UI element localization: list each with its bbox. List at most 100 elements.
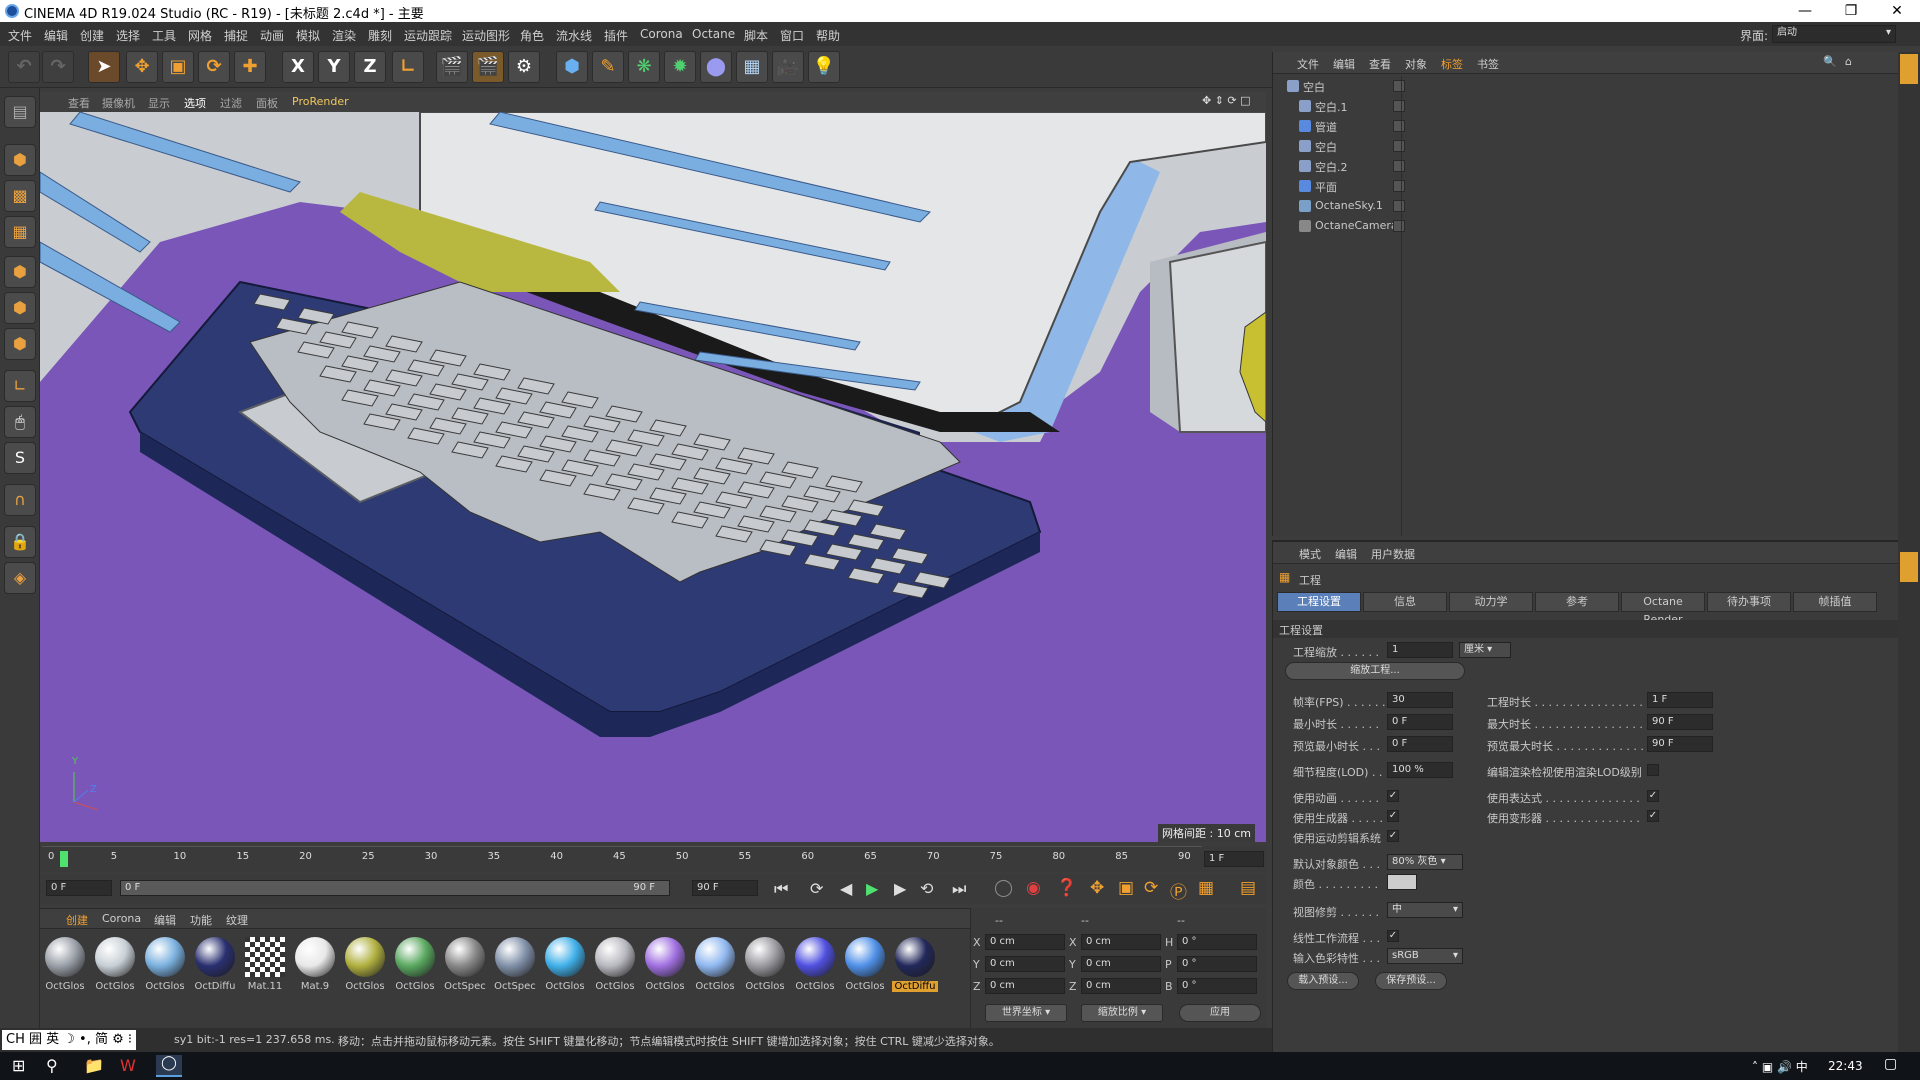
layer-visibility-icon[interactable]: [1393, 140, 1405, 152]
next-frame-icon[interactable]: ▶: [894, 879, 906, 898]
scale-tool-icon[interactable]: ▣: [162, 51, 194, 83]
coord-field[interactable]: 0 cm: [1081, 978, 1161, 994]
view-clip-select[interactable]: 中 ▾: [1387, 902, 1463, 918]
wps-icon[interactable]: W: [120, 1056, 136, 1075]
move-tool-icon[interactable]: ✥: [126, 51, 158, 83]
menu-item[interactable]: 文件: [8, 27, 32, 44]
material-swatch[interactable]: OctGlos: [592, 935, 638, 1007]
use-generators-checkbox[interactable]: ✓: [1387, 810, 1399, 822]
undo-icon[interactable]: ↶: [8, 51, 40, 83]
axis-mode-icon[interactable]: ∟: [4, 370, 36, 402]
tab-dynamics[interactable]: 动力学: [1449, 592, 1533, 612]
attr-menu-item[interactable]: 用户数据: [1371, 546, 1415, 562]
side-tab[interactable]: [1900, 552, 1918, 582]
tab-octane-render[interactable]: Octane Render: [1621, 592, 1705, 626]
attr-menu-item[interactable]: 编辑: [1335, 546, 1357, 562]
load-preset-button[interactable]: 载入预设...: [1287, 972, 1359, 990]
menu-item[interactable]: 模拟: [296, 27, 320, 44]
object-row[interactable]: 空白.2: [1273, 156, 1899, 176]
material-swatch[interactable]: OctGlos: [542, 935, 588, 1007]
close-button[interactable]: ✕: [1874, 0, 1920, 22]
live-select-icon[interactable]: ✚: [234, 51, 266, 83]
floor-icon[interactable]: ▦: [736, 51, 768, 83]
object-menu-item[interactable]: 标签: [1441, 56, 1463, 72]
material-swatch[interactable]: OctGlos: [792, 935, 838, 1007]
material-swatch[interactable]: OctGlos: [642, 935, 688, 1007]
preview-min-field[interactable]: 0 F: [1387, 736, 1453, 752]
attr-menu-item[interactable]: 模式: [1299, 546, 1321, 562]
key-scale-icon[interactable]: ▣: [1118, 878, 1134, 898]
timeline-ruler[interactable]: 0 5 10 15 20 25 30 35 40 45 50 55 60 65 70 75 80 85 90: [42, 846, 1202, 872]
viewport-menu-item[interactable]: ProRender: [292, 95, 349, 108]
menu-item[interactable]: 窗口: [780, 27, 804, 44]
material-swatch[interactable]: OctGlos: [742, 935, 788, 1007]
end-frame-field[interactable]: 90 F: [692, 880, 758, 896]
prev-key-icon[interactable]: ⟳: [810, 879, 823, 898]
y-axis-lock-button[interactable]: Y: [318, 51, 350, 83]
layer-visibility-icon[interactable]: [1393, 200, 1405, 212]
material-swatch[interactable]: OctDiffu: [192, 935, 238, 1007]
timeline-window-icon[interactable]: ▤: [1240, 878, 1256, 898]
viewport-menu-item[interactable]: 过滤: [220, 95, 242, 111]
key-position-icon[interactable]: ✥: [1090, 878, 1104, 898]
next-key-icon[interactable]: ⟲: [920, 879, 933, 898]
preview-max-field[interactable]: 90 F: [1647, 736, 1713, 752]
start-frame-field[interactable]: 0 F: [46, 880, 112, 896]
object-row[interactable]: 空白: [1273, 76, 1899, 96]
side-tab[interactable]: [1900, 54, 1918, 84]
scale-select[interactable]: 缩放比例 ▾: [1081, 1004, 1163, 1022]
layout-select[interactable]: 启动 ▾: [1772, 25, 1896, 43]
material-swatch[interactable]: OctGlos: [692, 935, 738, 1007]
polygons-mode-icon[interactable]: ⬢: [4, 328, 36, 360]
object-menu-item[interactable]: 文件: [1297, 56, 1319, 72]
deformer-icon[interactable]: ⬤: [700, 51, 732, 83]
menu-item[interactable]: 流水线: [556, 27, 592, 44]
magnet-icon[interactable]: ∩: [4, 484, 36, 516]
world-coords-select[interactable]: 世界坐标 ▾: [985, 1004, 1067, 1022]
material-swatch[interactable]: OctGlos: [42, 935, 88, 1007]
pen-spline-icon[interactable]: ✎: [592, 51, 624, 83]
ime-toolbar[interactable]: CH 囲 英 ☽ •, 简 ⚙ ⁝: [2, 1030, 137, 1050]
menu-item[interactable]: 捕捉: [224, 27, 248, 44]
material-swatch[interactable]: OctGlos: [92, 935, 138, 1007]
object-row[interactable]: 平面: [1273, 176, 1899, 196]
layer-visibility-icon[interactable]: [1393, 160, 1405, 172]
input-color-select[interactable]: sRGB ▾: [1387, 948, 1463, 964]
menu-item[interactable]: 帮助: [816, 27, 840, 44]
material-swatch[interactable]: OctGlos: [142, 935, 188, 1007]
snap-icon[interactable]: S: [4, 442, 36, 474]
apply-button[interactable]: 应用: [1179, 1004, 1261, 1022]
menu-item[interactable]: 网格: [188, 27, 212, 44]
use-expression-checkbox[interactable]: ✓: [1647, 790, 1659, 802]
use-animation-checkbox[interactable]: ✓: [1387, 790, 1399, 802]
project-scale-field[interactable]: 1: [1387, 642, 1453, 658]
light-icon[interactable]: 💡: [808, 51, 840, 83]
frame-range-slider[interactable]: 0 F 90 F: [120, 880, 670, 896]
menu-item[interactable]: 编辑: [44, 27, 68, 44]
object-row[interactable]: 管道: [1273, 116, 1899, 136]
cinema4d-task-icon[interactable]: ◯: [156, 1055, 182, 1077]
lock-workplane-icon[interactable]: 🔒: [4, 526, 36, 558]
object-row[interactable]: 空白: [1273, 136, 1899, 156]
timeline[interactable]: 0 5 10 15 20 25 30 35 40 45 50 55 60 65 70 75 80 85 90 1 F: [40, 846, 1266, 872]
material-swatch[interactable]: Mat.11: [242, 935, 288, 1007]
layer-visibility-icon[interactable]: [1393, 100, 1405, 112]
object-row[interactable]: OctaneSky.1: [1273, 196, 1899, 216]
search-icon[interactable]: ⚲: [46, 1056, 58, 1075]
3d-viewport[interactable]: Y Z 网格间距 : 10 cm: [40, 112, 1266, 842]
menu-item[interactable]: 动画: [260, 27, 284, 44]
viewport-menu-item[interactable]: 选项: [184, 95, 206, 111]
coord-field[interactable]: 0 cm: [985, 956, 1065, 972]
max-time-field[interactable]: 90 F: [1647, 714, 1713, 730]
prev-frame-icon[interactable]: ◀: [840, 879, 852, 898]
tab-reference[interactable]: 参考: [1535, 592, 1619, 612]
material-swatch[interactable]: OctGlos: [392, 935, 438, 1007]
coord-field[interactable]: 0 cm: [985, 978, 1065, 994]
tab-info[interactable]: 信息: [1363, 592, 1447, 612]
coordinate-system-icon[interactable]: ∟: [392, 51, 424, 83]
menu-item[interactable]: 脚本: [744, 27, 768, 44]
notification-icon[interactable]: ▢: [1884, 1056, 1897, 1072]
menu-item[interactable]: 运动跟踪: [404, 27, 452, 44]
make-editable-icon[interactable]: ▤: [4, 96, 36, 128]
model-mode-icon[interactable]: ⬢: [4, 144, 36, 176]
